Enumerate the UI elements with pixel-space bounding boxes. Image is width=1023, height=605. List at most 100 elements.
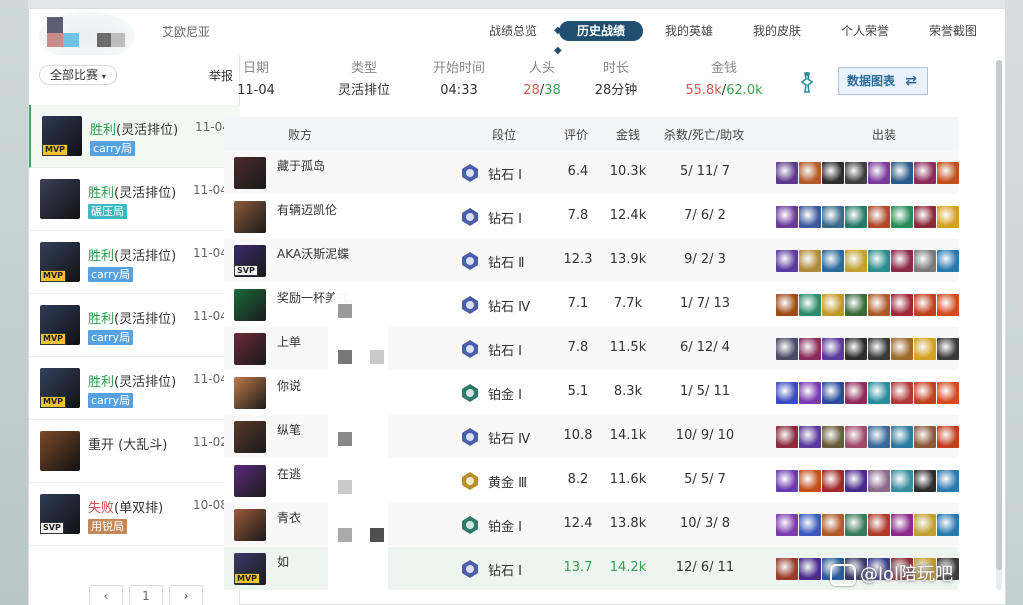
item-icon[interactable] (868, 250, 890, 272)
item-icon[interactable] (891, 426, 913, 448)
item-icon[interactable] (868, 470, 890, 492)
item-icon[interactable] (822, 294, 844, 316)
nav-tab[interactable]: 战绩总览 (469, 21, 557, 41)
item-icon[interactable] (845, 162, 867, 184)
player-name[interactable]: 藏于孤岛 (277, 157, 325, 174)
item-icon[interactable] (937, 206, 959, 228)
item-icon[interactable] (891, 294, 913, 316)
item-icon[interactable] (868, 294, 890, 316)
rune-icon[interactable] (796, 70, 818, 96)
item-icon[interactable] (914, 382, 936, 404)
nav-tab[interactable]: 历史战绩 (554, 21, 648, 61)
item-icon[interactable] (799, 294, 821, 316)
item-icon[interactable] (799, 206, 821, 228)
page-number[interactable]: 1 (129, 585, 163, 605)
item-icon[interactable] (822, 250, 844, 272)
item-icon[interactable] (845, 426, 867, 448)
item-icon[interactable] (799, 426, 821, 448)
match-list-item[interactable]: 胜利(灵活排位) 11-04 碾压局 (29, 168, 240, 231)
nav-tab[interactable]: 个人荣誉 (821, 21, 909, 41)
item-icon[interactable] (868, 162, 890, 184)
item-icon[interactable] (937, 162, 959, 184)
item-icon[interactable] (776, 470, 798, 492)
item-icon[interactable] (776, 558, 798, 580)
item-icon[interactable] (868, 514, 890, 536)
item-icon[interactable] (868, 206, 890, 228)
match-list-item[interactable]: MVP 胜利(灵活排位) 11-04 carry局 (29, 294, 240, 357)
item-icon[interactable] (799, 162, 821, 184)
player-name[interactable]: 有辆迈凯伦 (277, 201, 337, 218)
data-chart-button[interactable]: 数据图表 ⇄ (838, 67, 928, 95)
item-icon[interactable] (891, 162, 913, 184)
item-icon[interactable] (914, 470, 936, 492)
prev-page-button[interactable]: ‹ (89, 585, 123, 605)
item-icon[interactable] (937, 338, 959, 360)
item-icon[interactable] (799, 558, 821, 580)
item-icon[interactable] (822, 470, 844, 492)
item-icon[interactable] (776, 250, 798, 272)
item-icon[interactable] (776, 162, 798, 184)
player-name[interactable]: 在逃 (277, 465, 301, 482)
player-name[interactable]: 如 (277, 553, 289, 570)
item-icon[interactable] (891, 514, 913, 536)
item-icon[interactable] (799, 382, 821, 404)
item-icon[interactable] (914, 514, 936, 536)
item-icon[interactable] (868, 338, 890, 360)
item-icon[interactable] (776, 338, 798, 360)
table-row[interactable]: SVP AKA沃斯泥蝶 钻石 Ⅱ 12.3 13.9k 9/ 2/ 3 (224, 239, 959, 283)
item-icon[interactable] (868, 382, 890, 404)
item-icon[interactable] (822, 514, 844, 536)
item-icon[interactable] (891, 470, 913, 492)
item-icon[interactable] (914, 162, 936, 184)
item-icon[interactable] (937, 382, 959, 404)
item-icon[interactable] (799, 514, 821, 536)
item-icon[interactable] (822, 382, 844, 404)
player-name[interactable]: AKA沃斯泥蝶 (277, 245, 349, 262)
item-icon[interactable] (868, 426, 890, 448)
item-icon[interactable] (799, 250, 821, 272)
item-icon[interactable] (845, 382, 867, 404)
item-icon[interactable] (776, 426, 798, 448)
match-list-item[interactable]: MVP 胜利(灵活排位) 11-04 carry局 (29, 357, 240, 420)
scrollbar-thumb[interactable] (996, 60, 1002, 570)
item-icon[interactable] (822, 426, 844, 448)
item-icon[interactable] (937, 470, 959, 492)
player-name[interactable]: 上单 (277, 333, 301, 350)
nav-tab[interactable]: 我的英雄 (645, 21, 733, 41)
item-icon[interactable] (891, 206, 913, 228)
match-list-item[interactable]: SVP 失败(单双排) 10-08 用锐局 (29, 483, 240, 546)
scrollbar[interactable] (996, 60, 1002, 590)
match-list-item[interactable]: 重开 (大乱斗) 11-02 (29, 420, 240, 483)
match-list-item[interactable]: MVP 胜利(灵活排位) 11-04 carry局 (29, 231, 240, 294)
item-icon[interactable] (937, 250, 959, 272)
item-icon[interactable] (845, 206, 867, 228)
item-icon[interactable] (776, 206, 798, 228)
item-icon[interactable] (776, 294, 798, 316)
table-row[interactable]: 有辆迈凯伦 钻石 Ⅰ 7.8 12.4k 7/ 6/ 2 (224, 195, 959, 239)
table-row[interactable]: 藏于孤岛 钻石 Ⅰ 6.4 10.3k 5/ 11/ 7 (224, 151, 959, 195)
match-filter-dropdown[interactable]: 全部比赛 ▾ (39, 65, 117, 85)
item-icon[interactable] (799, 470, 821, 492)
item-icon[interactable] (914, 294, 936, 316)
item-icon[interactable] (914, 206, 936, 228)
player-name[interactable]: 你说 (277, 377, 301, 394)
nav-tab[interactable]: 我的皮肤 (733, 21, 821, 41)
item-icon[interactable] (799, 338, 821, 360)
item-icon[interactable] (914, 338, 936, 360)
item-icon[interactable] (937, 426, 959, 448)
item-icon[interactable] (937, 514, 959, 536)
item-icon[interactable] (937, 294, 959, 316)
item-icon[interactable] (776, 514, 798, 536)
nav-tab[interactable]: 荣誉截图 (909, 21, 997, 41)
item-icon[interactable] (845, 294, 867, 316)
match-list-item[interactable]: MVP 胜利(灵活排位) 11-04 carry局 (29, 105, 240, 168)
item-icon[interactable] (776, 382, 798, 404)
item-icon[interactable] (891, 382, 913, 404)
player-name[interactable]: 青衣 (277, 509, 301, 526)
item-icon[interactable] (845, 338, 867, 360)
player-name[interactable]: 纵笔 (277, 421, 301, 438)
item-icon[interactable] (822, 162, 844, 184)
item-icon[interactable] (891, 338, 913, 360)
item-icon[interactable] (845, 470, 867, 492)
item-icon[interactable] (845, 514, 867, 536)
